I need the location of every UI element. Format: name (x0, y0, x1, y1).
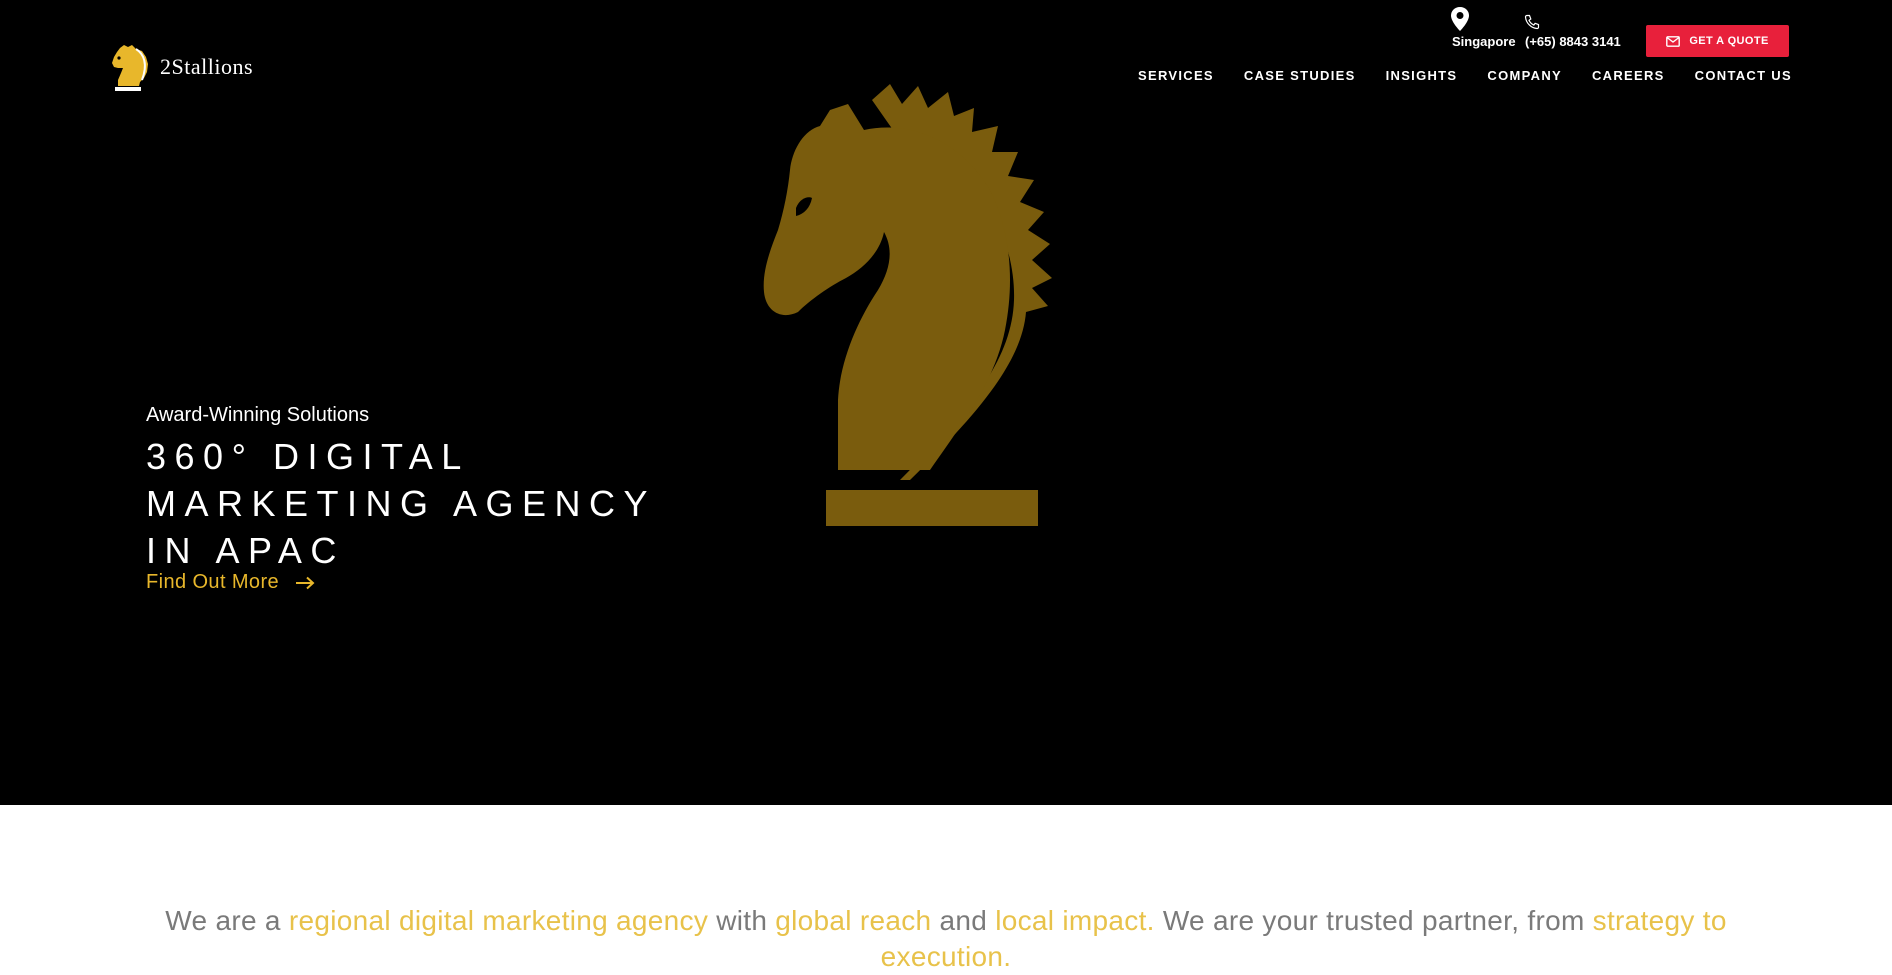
nav-insights[interactable]: INSIGHTS (1386, 68, 1458, 83)
intro-paragraph: We are a regional digital marketing agen… (120, 903, 1772, 975)
nav-case-studies[interactable]: CASE STUDIES (1244, 68, 1356, 83)
get-a-quote-label: GET A QUOTE (1689, 35, 1769, 47)
location-text: Singapore (1452, 34, 1516, 49)
intro-text-2: with (708, 905, 776, 936)
nav-services[interactable]: SERVICES (1138, 68, 1214, 83)
hero-kicker: Award-Winning Solutions (146, 404, 370, 426)
nav-company[interactable]: COMPANY (1487, 68, 1562, 83)
intro-text-1: We are a (165, 905, 289, 936)
find-out-more-label: Find Out More (146, 571, 280, 593)
horse-logo-icon (112, 45, 148, 91)
main-nav: SERVICES CASE STUDIES INSIGHTS COMPANY C… (1138, 68, 1792, 83)
hero-headline-line-2: MARKETING AGENCY (146, 483, 657, 524)
arrow-right-icon (296, 576, 315, 589)
nav-contact-us[interactable]: CONTACT US (1695, 68, 1792, 83)
get-a-quote-button[interactable]: GET A QUOTE (1646, 25, 1789, 57)
horse-hero-graphic (763, 84, 1052, 526)
intro-text-4: We are your trusted partner, from (1154, 905, 1593, 936)
find-out-more-link[interactable]: Find Out More (146, 571, 315, 594)
hero-headline: 360° DIGITAL MARKETING AGENCY IN APAC (146, 433, 706, 574)
phone-icon (1524, 14, 1540, 30)
envelope-icon (1666, 35, 1681, 47)
intro-highlight-2: global reach (775, 905, 932, 936)
nav-careers[interactable]: CAREERS (1592, 68, 1665, 83)
intro-highlight-3: local impact. (995, 905, 1155, 936)
intro-highlight-1: regional digital marketing agency (288, 905, 709, 936)
hero-headline-line-1: 360° DIGITAL (146, 436, 470, 477)
logo-text: 2Stallions (160, 54, 254, 79)
hero-headline-line-3: IN APAC (146, 530, 345, 571)
site-logo[interactable]: 2Stallions (106, 42, 253, 92)
map-pin-icon (1451, 7, 1469, 31)
intro-text-3: and (931, 905, 996, 936)
phone-number[interactable]: (+65) 8843 3141 (1525, 34, 1621, 49)
